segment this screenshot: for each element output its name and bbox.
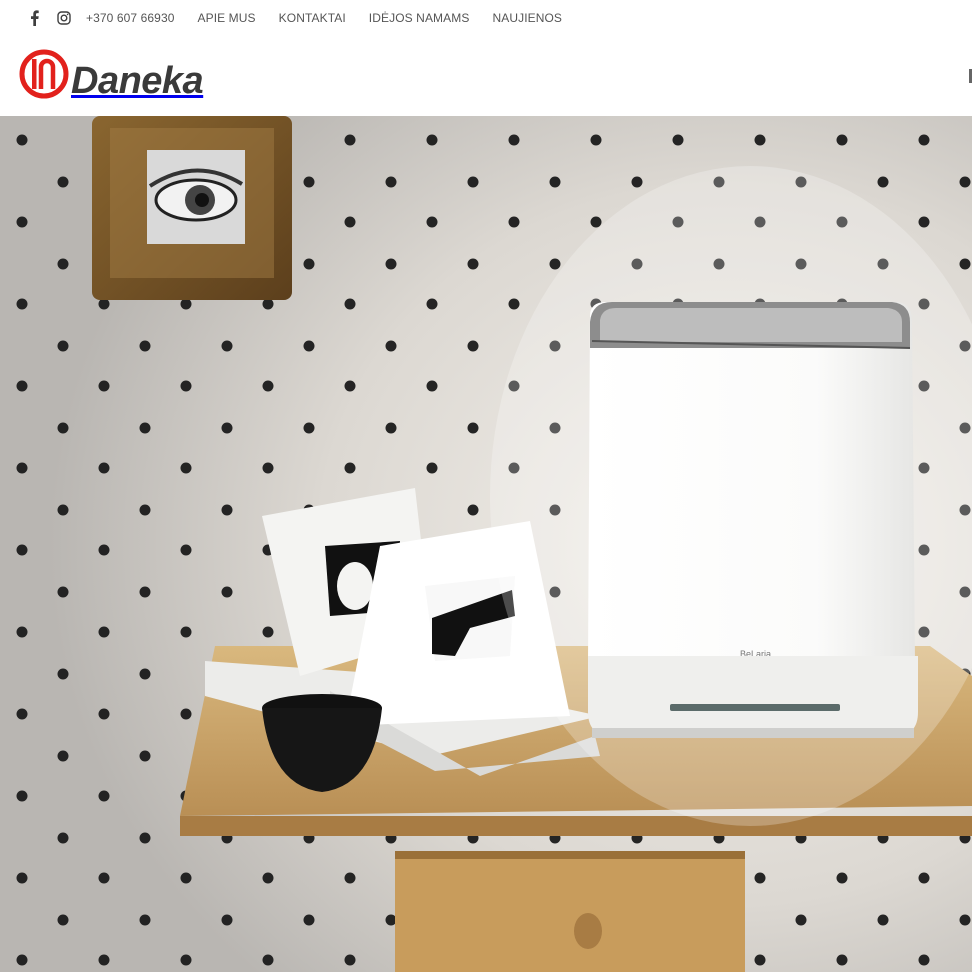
nav-link-kontaktai[interactable]: KONTAKTAI	[279, 11, 346, 25]
site-header: Daneka	[0, 36, 972, 116]
phone-link[interactable]: +370 607 66930	[86, 11, 175, 25]
social-links	[28, 9, 86, 27]
top-navigation: +370 607 66930 APIE MUS KONTAKTAI IDĖJOS…	[86, 11, 562, 25]
hero-image: BeLaria	[0, 116, 972, 972]
nav-link-idejos-namams[interactable]: IDĖJOS NAMAMS	[369, 11, 470, 25]
facebook-icon[interactable]	[28, 9, 40, 27]
instagram-icon[interactable]	[56, 11, 71, 26]
site-logo[interactable]: Daneka	[18, 44, 204, 103]
top-bar: +370 607 66930 APIE MUS KONTAKTAI IDĖJOS…	[0, 0, 972, 36]
nav-link-apie-mus[interactable]: APIE MUS	[198, 11, 256, 25]
logo-wordmark: Daneka	[71, 60, 204, 102]
nav-link-naujienos[interactable]: NAUJIENOS	[492, 11, 562, 25]
hero-banner: BeLaria	[0, 116, 972, 972]
daneka-logo-mark	[19, 49, 69, 98]
